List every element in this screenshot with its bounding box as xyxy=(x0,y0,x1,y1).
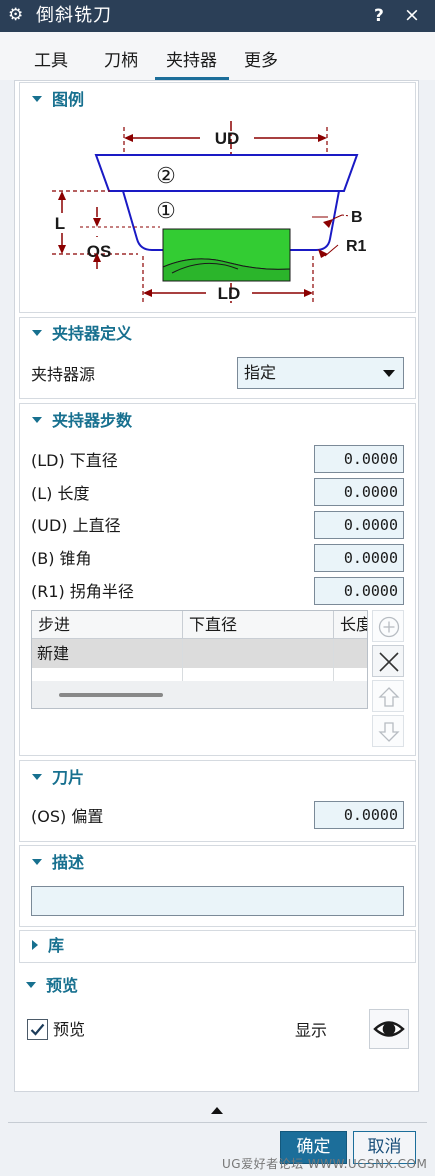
tab-bar: 工具 刀柄 夹持器 更多 xyxy=(0,32,435,80)
close-icon xyxy=(379,652,399,672)
label-ld: LD xyxy=(218,284,241,303)
holder-definition-header[interactable]: 夹持器定义 xyxy=(32,324,132,344)
insert-header[interactable]: 刀片 xyxy=(32,768,84,788)
collapse-up-icon[interactable] xyxy=(211,1107,223,1114)
footer-divider xyxy=(8,1122,427,1123)
collapse-down-icon xyxy=(32,773,42,780)
lower-diameter-input[interactable]: 0.0000 xyxy=(314,445,404,473)
description-header[interactable]: 描述 xyxy=(32,853,84,873)
title-bar: ⚙ 倒斜铣刀 ? × xyxy=(0,0,435,32)
corner-radius-label: (R1) 拐角半径 xyxy=(31,582,134,601)
corner-radius-input[interactable]: 0.0000 xyxy=(314,577,404,605)
column-divider xyxy=(182,639,183,681)
label-step2: ② xyxy=(156,163,176,188)
checkmark-icon xyxy=(30,1023,45,1036)
add-circle-icon xyxy=(378,616,400,638)
holder-diagram: UD ② ① L OS B R1 LD xyxy=(52,121,367,303)
holder-source-select[interactable]: 指定 xyxy=(237,357,404,389)
collapse-down-icon xyxy=(32,329,42,336)
offset-label: (OS) 偏置 xyxy=(31,807,104,826)
eye-icon xyxy=(373,1021,405,1037)
table-row[interactable]: 新建 xyxy=(32,639,367,668)
delete-step-button[interactable] xyxy=(372,645,404,677)
collapse-down-icon xyxy=(32,416,42,423)
table-cell-step: 新建 xyxy=(37,644,70,663)
collapse-down-icon xyxy=(26,981,36,988)
add-step-button[interactable] xyxy=(372,610,404,642)
show-result-button[interactable] xyxy=(369,1009,409,1049)
tab-tool[interactable]: 工具 xyxy=(34,50,68,72)
help-button[interactable]: ? xyxy=(374,4,384,28)
column-divider xyxy=(333,639,334,681)
upper-diameter-label: (UD) 上直径 xyxy=(31,516,121,535)
length-input[interactable]: 0.0000 xyxy=(314,478,404,506)
scrollbar-thumb[interactable] xyxy=(59,693,163,697)
holder-source-label: 夹持器源 xyxy=(31,365,96,384)
arrow-up-icon xyxy=(378,687,400,707)
upper-diameter-input[interactable]: 0.0000 xyxy=(314,511,404,539)
collapse-down-icon xyxy=(32,858,42,865)
legend-header[interactable]: 图例 xyxy=(32,90,84,110)
close-button[interactable]: × xyxy=(404,3,420,27)
column-header-step[interactable]: 步进 xyxy=(32,611,183,639)
watermark: UG爱好者论坛 WWW.UGSNX.COM xyxy=(222,1157,428,1171)
label-l: L xyxy=(55,214,65,233)
length-label: (L) 长度 xyxy=(31,484,90,503)
taper-angle-input[interactable]: 0.0000 xyxy=(314,544,404,572)
library-section: 库 xyxy=(19,930,416,963)
holder-source-value: 指定 xyxy=(244,363,277,382)
tab-more[interactable]: 更多 xyxy=(244,50,278,72)
holder-steps-header[interactable]: 夹持器步数 xyxy=(32,411,132,431)
legend-section: 图例 UD ② ① L OS B R1 LD xyxy=(19,82,416,313)
label-step1: ① xyxy=(156,198,176,223)
tab-holder[interactable]: 夹持器 xyxy=(166,50,217,72)
label-r1: R1 xyxy=(346,238,367,255)
taper-angle-label: (B) 锥角 xyxy=(31,549,92,568)
offset-input[interactable]: 0.0000 xyxy=(314,801,404,829)
move-up-button[interactable] xyxy=(372,680,404,712)
move-down-button[interactable] xyxy=(372,715,404,747)
chevron-down-icon xyxy=(383,370,395,377)
preview-checkbox-label: 预览 xyxy=(53,1020,86,1039)
gear-icon[interactable]: ⚙ xyxy=(8,5,28,25)
description-input[interactable] xyxy=(31,886,404,916)
collapse-down-icon xyxy=(32,95,42,102)
horizontal-scrollbar[interactable] xyxy=(32,681,367,708)
arrow-down-icon xyxy=(378,722,400,742)
label-b: B xyxy=(351,209,363,226)
preview-checkbox[interactable] xyxy=(27,1019,48,1040)
column-header-lower-diameter[interactable]: 下直径 xyxy=(183,611,334,639)
expand-right-icon xyxy=(32,939,38,950)
preview-header[interactable]: 预览 xyxy=(26,976,78,996)
lower-diameter-label: (LD) 下直径 xyxy=(31,451,118,470)
show-label: 显示 xyxy=(295,1021,328,1040)
library-header[interactable]: 库 xyxy=(32,936,64,956)
steps-table: 步进 下直径 长度 新建 xyxy=(31,610,368,709)
column-header-length[interactable]: 长度 xyxy=(334,611,367,639)
dialog-title: 倒斜铣刀 xyxy=(36,5,112,26)
label-ud: UD xyxy=(215,129,240,148)
tab-shank[interactable]: 刀柄 xyxy=(104,50,138,72)
